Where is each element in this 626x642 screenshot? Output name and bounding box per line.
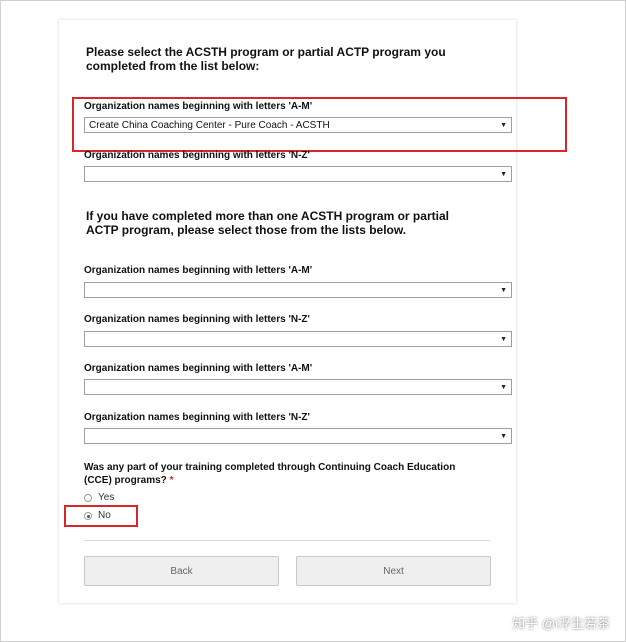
additional-2-select[interactable]: ▼ <box>84 331 512 347</box>
highlight-box-no <box>64 505 138 527</box>
watermark: 知乎 @i浮生若茶 <box>512 616 610 631</box>
radio-option-yes[interactable]: Yes <box>84 492 114 504</box>
additional-1-select[interactable]: ▼ <box>84 282 512 298</box>
chevron-down-icon: ▼ <box>500 287 507 294</box>
additional-4-label: Organization names beginning with letter… <box>84 412 310 423</box>
primary-nz-select[interactable]: ▼ <box>84 166 512 182</box>
radio-label-yes: Yes <box>98 492 115 503</box>
chevron-down-icon: ▼ <box>500 336 507 343</box>
additional-2-label: Organization names beginning with letter… <box>84 314 310 325</box>
cce-question-line1: Was any part of your training completed … <box>84 462 456 473</box>
chevron-down-icon: ▼ <box>500 433 507 440</box>
intro-heading-line2: completed from the list below: <box>86 59 260 73</box>
additional-4-select[interactable]: ▼ <box>84 428 512 444</box>
chevron-down-icon: ▼ <box>500 384 507 391</box>
radio-unchecked-icon[interactable] <box>84 494 92 502</box>
back-button[interactable]: Back <box>84 556 279 586</box>
next-button[interactable]: Next <box>296 556 491 586</box>
additional-3-select[interactable]: ▼ <box>84 379 512 395</box>
additional-1-label: Organization names beginning with letter… <box>84 265 313 276</box>
additional-heading-line1: If you have completed more than one ACST… <box>86 209 449 223</box>
intro-heading-line1: Please select the ACSTH program or parti… <box>86 45 446 59</box>
primary-nz-label: Organization names beginning with letter… <box>84 150 310 161</box>
cce-question: Was any part of your training completed … <box>84 461 455 487</box>
required-marker: * <box>169 475 174 486</box>
highlight-box-primary <box>72 97 567 152</box>
divider <box>84 540 490 541</box>
additional-heading-line2: ACTP program, please select those from t… <box>86 223 407 237</box>
intro-heading: Please select the ACSTH program or parti… <box>86 45 446 73</box>
chevron-down-icon: ▼ <box>500 171 507 178</box>
cce-question-line2: (CCE) programs? <box>84 475 167 486</box>
additional-3-label: Organization names beginning with letter… <box>84 363 313 374</box>
additional-heading: If you have completed more than one ACST… <box>86 209 449 237</box>
